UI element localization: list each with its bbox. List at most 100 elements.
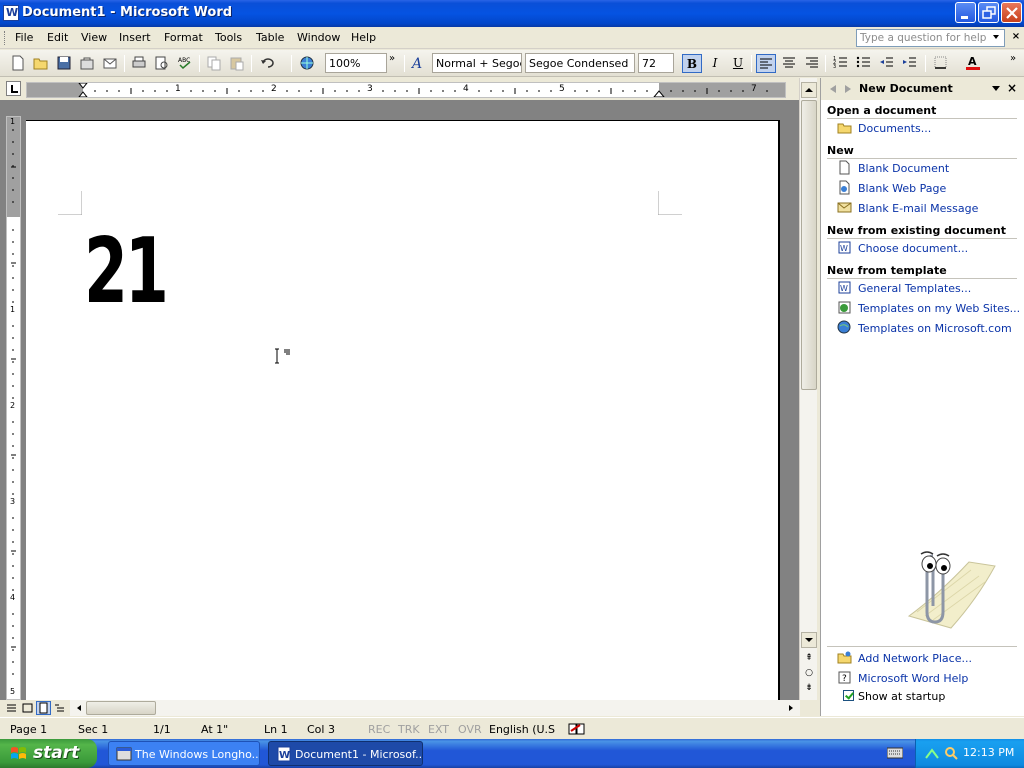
italic-button[interactable]: I (705, 54, 725, 73)
document-close-icon[interactable]: × (1010, 31, 1022, 43)
align-right-button[interactable] (802, 54, 822, 73)
horizontal-scroll-thumb[interactable] (86, 701, 156, 715)
toolbar-options-icon[interactable]: » (1010, 53, 1020, 71)
border-button[interactable] (931, 54, 951, 73)
print-preview-icon[interactable] (153, 54, 171, 72)
vertical-ruler[interactable]: 1 1 2 3 4 5 (6, 116, 21, 700)
restore-button[interactable] (978, 2, 999, 23)
decrease-indent-button[interactable] (877, 54, 897, 73)
undo-icon[interactable] (258, 54, 276, 72)
spelling-status-icon[interactable] (567, 722, 587, 736)
menu-view[interactable]: View (81, 31, 107, 44)
email-icon[interactable] (101, 54, 119, 72)
numbering-button[interactable]: 123 (831, 54, 851, 73)
help-dropdown-icon[interactable] (993, 35, 999, 39)
link-documents[interactable]: Documents... (858, 122, 931, 135)
link-general-templates[interactable]: General Templates... (858, 282, 971, 295)
help-search-input[interactable]: Type a question for help (856, 29, 1005, 47)
normal-view-icon[interactable] (4, 701, 19, 715)
link-add-network-place[interactable]: Add Network Place... (858, 652, 972, 665)
increase-indent-button[interactable] (900, 54, 920, 73)
toolbar-options-icon[interactable]: » (389, 53, 399, 71)
print-layout-view-icon[interactable] (36, 701, 51, 715)
status-trk[interactable]: TRK (398, 723, 420, 736)
new-document-icon[interactable] (9, 54, 27, 72)
title-bar[interactable]: Document1 - Microsoft Word (0, 0, 1024, 27)
bullets-button[interactable] (854, 54, 874, 73)
vertical-scrollbar[interactable]: ⇞ ○ ⇟ (799, 78, 817, 700)
print-icon[interactable] (130, 54, 148, 72)
taskbar-button-word[interactable]: W Document1 - Microsof... (268, 741, 423, 766)
align-center-button[interactable] (779, 54, 799, 73)
toolbar-separator (124, 55, 125, 72)
paste-icon[interactable] (228, 54, 246, 72)
menu-window[interactable]: Window (297, 31, 340, 44)
search-tray-icon[interactable] (943, 745, 959, 761)
keyboard-language-icon[interactable] (887, 747, 903, 759)
menu-tools[interactable]: Tools (215, 31, 242, 44)
open-folder-icon[interactable] (32, 54, 50, 72)
horizontal-ruler[interactable]: 1 2 3 4 5 7 (26, 82, 786, 98)
back-arrow-icon[interactable] (827, 83, 839, 95)
next-page-icon[interactable]: ⇟ (802, 681, 816, 695)
vertical-scroll-thumb[interactable] (801, 100, 817, 390)
link-blank-web-page[interactable]: Blank Web Page (858, 182, 946, 195)
styles-formatting-icon[interactable]: A (410, 54, 428, 72)
task-pane-close-icon[interactable]: × (1007, 81, 1017, 95)
web-layout-view-icon[interactable] (20, 701, 35, 715)
status-ovr[interactable]: OVR (458, 723, 482, 736)
start-button[interactable]: start (0, 739, 97, 768)
link-choose-document[interactable]: Choose document... (858, 242, 968, 255)
network-tray-icon[interactable] (924, 746, 940, 762)
minimize-button[interactable] (955, 2, 976, 23)
copy-icon[interactable] (205, 54, 223, 72)
menu-file[interactable]: File (15, 31, 33, 44)
document-text[interactable]: 21 (84, 227, 169, 317)
style-select[interactable]: Normal + Segoe (432, 53, 522, 73)
office-assistant-clippy[interactable] (899, 544, 999, 634)
select-browse-object-icon[interactable]: ○ (802, 666, 816, 680)
menu-edit[interactable]: Edit (47, 31, 68, 44)
link-blank-email-message[interactable]: Blank E-mail Message (858, 202, 978, 215)
scroll-right-icon[interactable] (786, 703, 796, 713)
status-rec[interactable]: REC (368, 723, 390, 736)
link-templates-web-sites[interactable]: Templates on my Web Sites... (858, 302, 1020, 315)
taskbar-clock[interactable]: 12:13 PM (963, 746, 1014, 759)
scroll-left-icon[interactable] (74, 703, 84, 713)
font-size-select[interactable]: 72 (638, 53, 674, 73)
horizontal-scrollbar[interactable] (70, 700, 800, 716)
spelling-grammar-icon[interactable]: ABC (176, 54, 194, 72)
link-blank-document[interactable]: Blank Document (858, 162, 949, 175)
align-left-button[interactable] (756, 54, 776, 73)
word-app-icon[interactable] (3, 5, 19, 21)
close-button[interactable] (1001, 2, 1022, 23)
font-select[interactable]: Segoe Condensed (525, 53, 635, 73)
previous-page-icon[interactable]: ⇞ (802, 651, 816, 665)
status-language[interactable]: English (U.S (489, 723, 555, 736)
scroll-down-button[interactable] (801, 632, 817, 648)
status-ext[interactable]: EXT (428, 723, 449, 736)
menu-format[interactable]: Format (164, 31, 203, 44)
link-templates-microsoft[interactable]: Templates on Microsoft.com (858, 322, 1012, 335)
insert-hyperlink-icon[interactable] (298, 54, 316, 72)
web-templates-icon (838, 301, 851, 314)
forward-arrow-icon[interactable] (842, 83, 854, 95)
bold-button[interactable]: B (682, 54, 702, 73)
font-color-button[interactable]: A (963, 54, 983, 73)
menu-help[interactable]: Help (351, 31, 376, 44)
menu-grip[interactable] (4, 31, 7, 45)
permission-icon[interactable] (78, 54, 96, 72)
scroll-up-button[interactable] (801, 82, 817, 98)
show-at-startup-checkbox[interactable] (843, 690, 854, 701)
link-word-help[interactable]: Microsoft Word Help (858, 672, 968, 685)
underline-button[interactable]: U (728, 54, 748, 73)
document-page[interactable]: 21 (26, 120, 780, 700)
zoom-select[interactable]: 100% (325, 53, 387, 73)
task-pane-menu-icon[interactable] (991, 85, 1001, 93)
menu-table[interactable]: Table (256, 31, 284, 44)
tab-selector[interactable] (6, 81, 21, 96)
taskbar-button-longhorn[interactable]: The Windows Longho... (108, 741, 260, 766)
menu-insert[interactable]: Insert (119, 31, 151, 44)
outline-view-icon[interactable] (52, 701, 67, 715)
save-icon[interactable] (55, 54, 73, 72)
